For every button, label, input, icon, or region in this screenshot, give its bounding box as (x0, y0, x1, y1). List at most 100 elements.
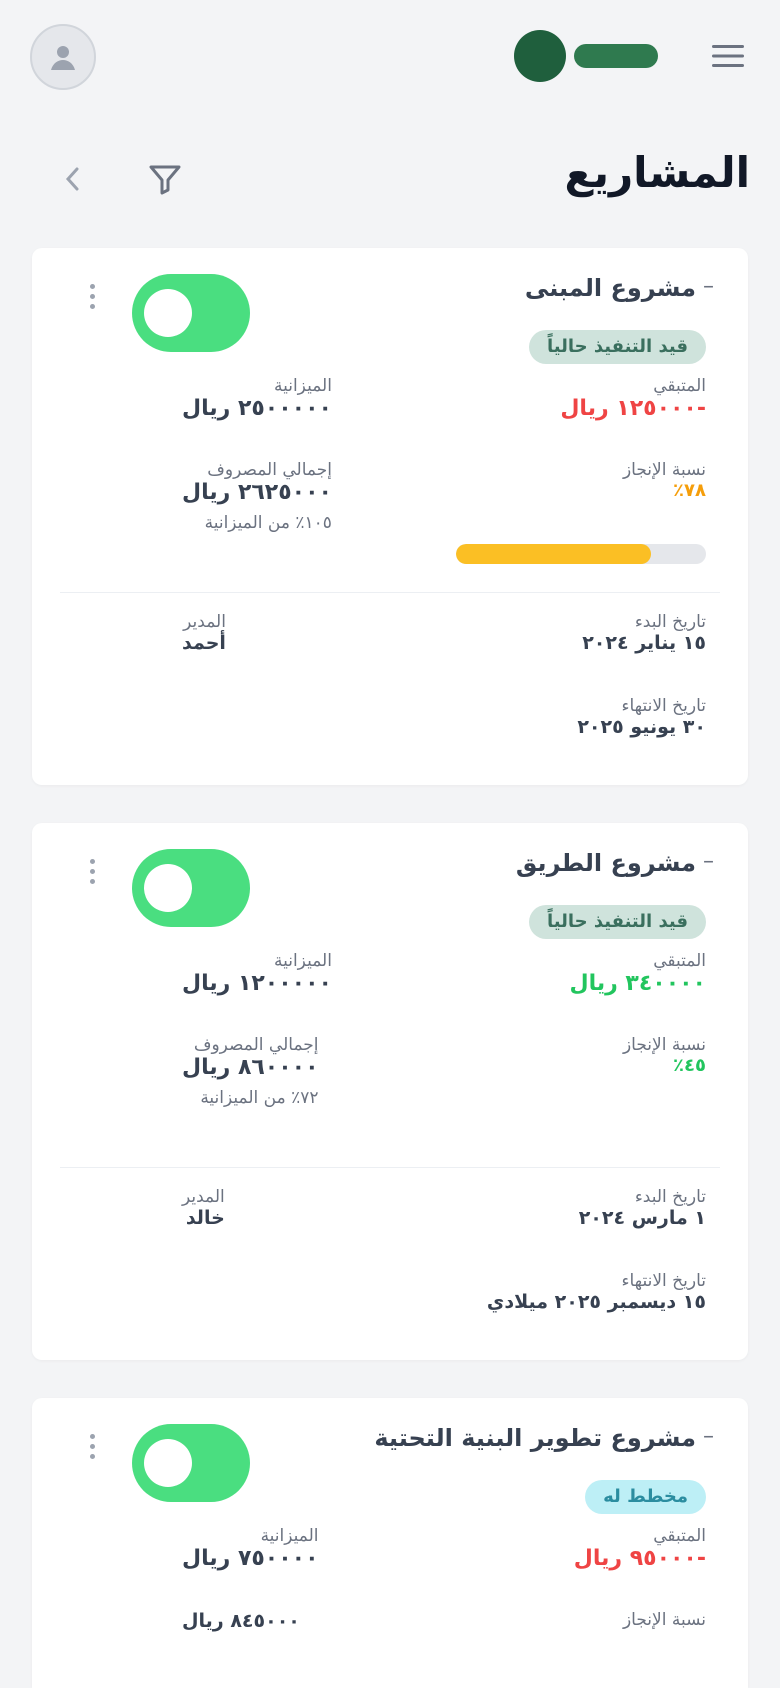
spent-value: ٨٤٥٠٠٠ ريال (182, 1610, 300, 1632)
start-date-field: تاريخ البدء ١٥ يناير ٢٠٢٤ (582, 612, 706, 654)
project-title: مشروع الطريق (515, 849, 696, 877)
filter-icon (146, 160, 184, 198)
brand-mark-icon (514, 30, 566, 82)
progress-value: ٧٨٪ (673, 480, 706, 501)
page-title: المشاريع (564, 148, 750, 197)
vertical-dots-icon (89, 284, 95, 289)
project-toggle[interactable] (132, 274, 250, 352)
start-date-field: تاريخ البدء ١ مارس ٢٠٢٤ (579, 1187, 706, 1229)
user-avatar-button[interactable] (30, 24, 96, 90)
progress-label: نسبة الإنجاز (622, 460, 706, 480)
project-title: مشروع تطوير البنية التحتية (374, 1424, 696, 1452)
end-date-label: تاريخ الانتهاء (621, 696, 706, 716)
spent-note: ٧٢٪ من الميزانية (200, 1088, 319, 1108)
progress-fill (456, 544, 651, 564)
project-toggle[interactable] (132, 1424, 250, 1502)
progress-label: نسبة الإنجاز (622, 1610, 706, 1630)
remaining-field: المتبقي -١٢٥٠٠٠ ريال (560, 376, 706, 421)
remaining-value: ٣٤٠٠٠٠ ريال (569, 971, 706, 996)
remaining-label: المتبقي (653, 1526, 706, 1546)
spent-label: إجمالي المصروف (207, 460, 332, 480)
remaining-field: المتبقي -٩٥٠٠٠ ريال (574, 1526, 706, 1571)
top-app-bar (0, 0, 780, 120)
toggle-knob (144, 864, 192, 912)
manager-value: خالد (185, 1207, 225, 1229)
title-bullet: – (703, 1424, 714, 1449)
remaining-label: المتبقي (653, 376, 706, 396)
start-date-value: ١٥ يناير ٢٠٢٤ (582, 632, 706, 654)
dot (89, 869, 95, 874)
progress-field: نسبة الإنجاز (623, 1610, 706, 1630)
progress-value: ٤٥٪ (673, 1055, 706, 1076)
menu-button[interactable] (706, 34, 750, 78)
project-toggle[interactable] (132, 849, 250, 927)
manager-value: أحمد (182, 632, 226, 654)
brand-logo[interactable] (514, 30, 658, 82)
budget-value: ٢٥٠٠٠٠٠ ريال (182, 396, 332, 421)
remaining-field: المتبقي ٣٤٠٠٠٠ ريال (569, 951, 706, 996)
end-date-field: تاريخ الانتهاء ٣٠ يونيو ٢٠٢٥ (577, 696, 706, 738)
dot (89, 304, 95, 309)
toggle-knob (144, 1439, 192, 1487)
budget-field: الميزانية ٢٥٠٠٠٠٠ ريال (182, 376, 332, 421)
spent-field: إجمالي المصروف ٨٦٠٠٠٠ ريال ٧٢٪ من الميزا… (182, 1035, 319, 1108)
spent-field: ٨٤٥٠٠٠ ريال (182, 1610, 300, 1632)
spent-note: ١٠٥٪ من الميزانية (204, 513, 332, 533)
status-badge: مخطط له (585, 1480, 706, 1514)
budget-field: الميزانية ١٢٠٠٠٠٠ ريال (182, 951, 332, 996)
progress-field: نسبة الإنجاز ٤٥٪ (623, 1035, 706, 1076)
dot (89, 1444, 95, 1449)
spent-label: إجمالي المصروف (193, 1035, 319, 1055)
filter-button[interactable] (142, 156, 188, 202)
remaining-value: -٩٥٠٠٠ ريال (573, 1546, 706, 1571)
budget-label: الميزانية (260, 1526, 319, 1546)
end-date-field: تاريخ الانتهاء ١٥ ديسمبر ٢٠٢٥ ميلادي (487, 1271, 706, 1313)
budget-label: الميزانية (273, 951, 332, 971)
app-root: المشاريع – مشروع المبنى قيد التنفيذ حالي… (0, 0, 780, 1688)
end-date-label: تاريخ الانتهاء (621, 1271, 706, 1291)
card-menu-button[interactable] (82, 284, 102, 309)
title-bullet: – (703, 849, 714, 874)
budget-label: الميزانية (273, 376, 332, 396)
page-header: المشاريع (0, 140, 780, 220)
progress-field: نسبة الإنجاز ٧٨٪ (623, 460, 706, 501)
card-menu-button[interactable] (82, 1434, 102, 1459)
status-badge: قيد التنفيذ حالياً (529, 330, 706, 364)
chevron-left-icon (60, 164, 86, 194)
manager-label: المدير (182, 1187, 225, 1207)
manager-label: المدير (183, 612, 226, 632)
vertical-dots-icon (89, 859, 95, 864)
end-date-value: ٣٠ يونيو ٢٠٢٥ (577, 716, 706, 738)
spent-value: ٨٦٠٠٠٠ ريال (182, 1055, 319, 1080)
manager-field: المدير أحمد (182, 612, 226, 654)
title-bullet: – (703, 274, 714, 299)
remaining-value: -١٢٥٠٠٠ ريال (560, 396, 706, 421)
spent-value: ٢٦٢٥٠٠٠ ريال (182, 480, 332, 505)
budget-value: ١٢٠٠٠٠٠ ريال (182, 971, 332, 996)
start-date-value: ١ مارس ٢٠٢٤ (578, 1207, 706, 1229)
brand-wordmark (574, 44, 658, 68)
progress-bar (456, 544, 706, 564)
dot (89, 879, 95, 884)
back-button[interactable] (50, 156, 96, 202)
dot (89, 294, 95, 299)
toggle-knob (144, 289, 192, 337)
project-card[interactable]: – مشروع الطريق قيد التنفيذ حالياً المتبق… (32, 823, 748, 1360)
remaining-label: المتبقي (653, 951, 706, 971)
project-title: مشروع المبنى (524, 274, 696, 302)
spent-field: إجمالي المصروف ٢٦٢٥٠٠٠ ريال ١٠٥٪ من المي… (182, 460, 332, 533)
budget-field: الميزانية ٧٥٠٠٠٠ ريال (182, 1526, 319, 1571)
status-badge: قيد التنفيذ حالياً (529, 905, 706, 939)
card-divider (60, 1167, 720, 1168)
manager-field: المدير خالد (182, 1187, 225, 1229)
dot (89, 1454, 95, 1459)
start-date-label: تاريخ البدء (634, 612, 706, 632)
progress-label: نسبة الإنجاز (622, 1035, 706, 1055)
card-menu-button[interactable] (82, 859, 102, 884)
project-card[interactable]: – مشروع المبنى قيد التنفيذ حالياً المتبق… (32, 248, 748, 785)
end-date-value: ١٥ ديسمبر ٢٠٢٥ ميلادي (486, 1291, 706, 1313)
project-card[interactable]: – مشروع تطوير البنية التحتية مخطط له الم… (32, 1398, 748, 1688)
user-avatar-icon (46, 40, 80, 74)
card-divider (60, 592, 720, 593)
hamburger-menu-icon (710, 42, 746, 70)
